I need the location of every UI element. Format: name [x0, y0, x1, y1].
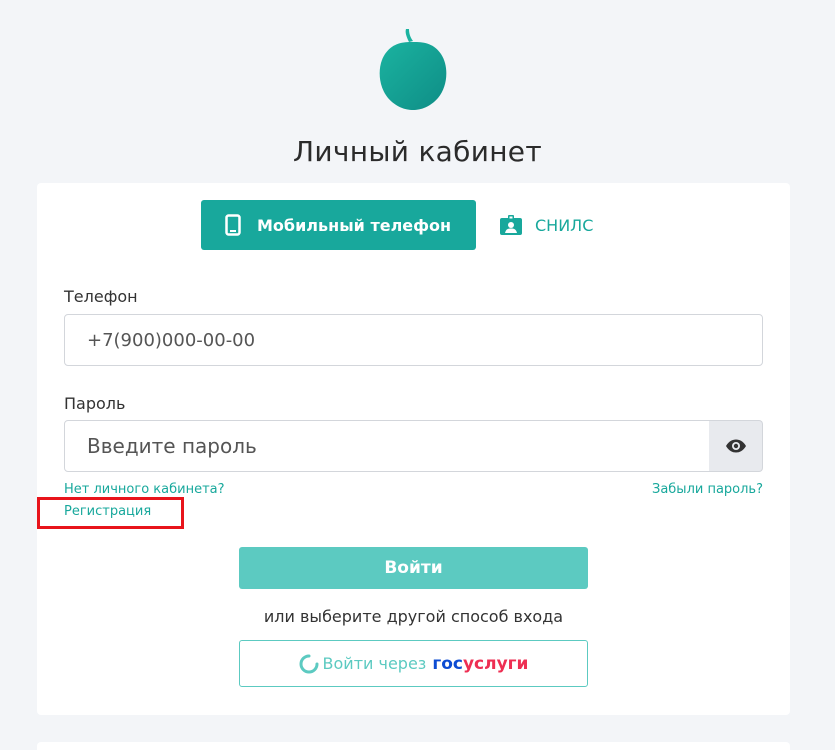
tab-mobile-phone-label: Мобильный телефон: [257, 215, 452, 235]
password-label: Пароль: [64, 394, 126, 413]
spinner-icon: [299, 654, 319, 673]
tab-snils-label: СНИЛС: [535, 215, 594, 235]
gosuslugi-logo-text: госуслуги: [432, 653, 529, 674]
phone-label: Телефон: [64, 287, 138, 306]
gosuslugi-prefix: Войти через: [322, 654, 427, 673]
tab-snils[interactable]: СНИЛС: [497, 200, 617, 250]
page-title: Личный кабинет: [293, 135, 542, 168]
id-badge-icon: [500, 215, 522, 235]
app-logo-icon: [379, 29, 447, 110]
eye-icon: [725, 439, 746, 453]
secondary-card: [37, 742, 790, 750]
show-password-button[interactable]: [709, 420, 763, 472]
login-button[interactable]: Войти: [239, 547, 588, 589]
forgot-password-link[interactable]: Забыли пароль?: [652, 482, 763, 497]
login-card: Мобильный телефон СНИЛС Телефон Пароль Н…: [37, 183, 790, 715]
password-input[interactable]: [64, 420, 710, 472]
no-account-text: Нет личного кабинета?: [64, 482, 225, 497]
gosuslugi-login-button[interactable]: Войти через госуслуги: [239, 640, 588, 687]
mobile-phone-icon: [225, 214, 241, 236]
alt-login-text: или выберите другой способ входа: [263, 607, 564, 626]
tab-mobile-phone[interactable]: Мобильный телефон: [201, 200, 476, 250]
phone-input[interactable]: [64, 314, 763, 366]
register-highlight-box: [37, 497, 184, 529]
